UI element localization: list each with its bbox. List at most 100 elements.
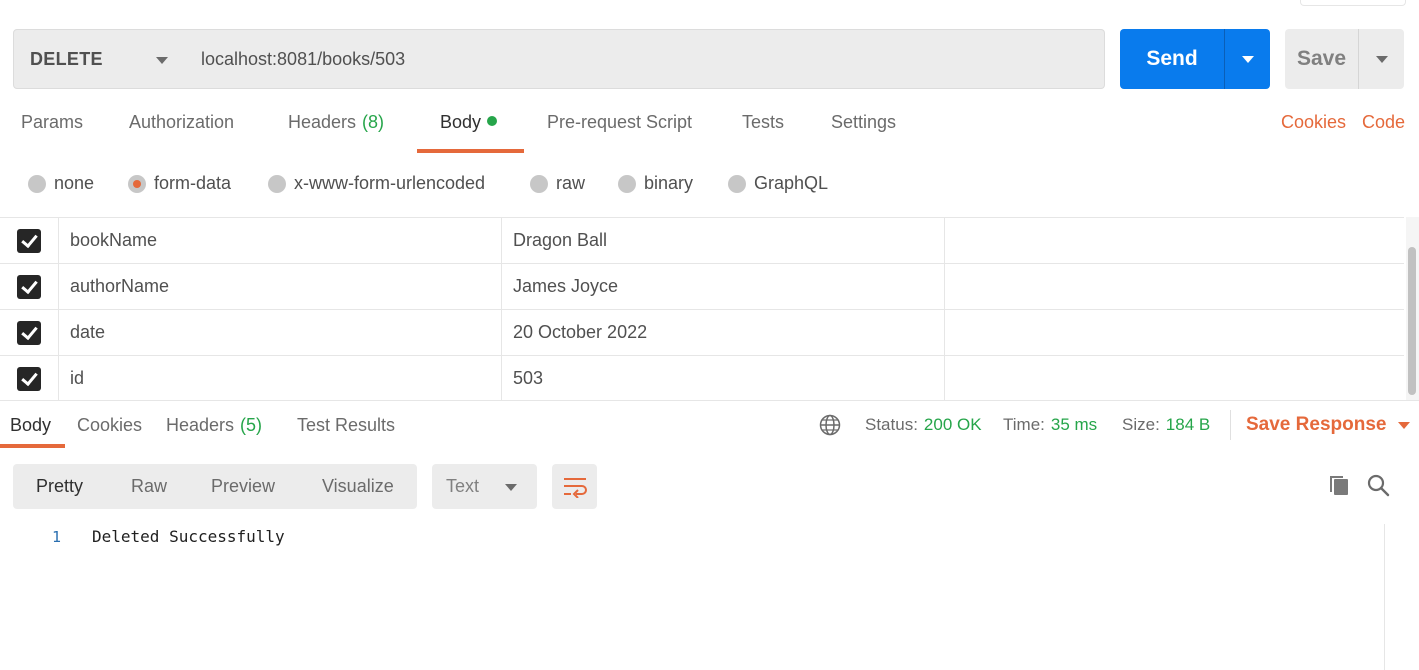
key-cell[interactable]: id bbox=[59, 356, 502, 401]
tab-label: Cookies bbox=[77, 415, 143, 435]
radio-label: x-www-form-urlencoded bbox=[294, 173, 486, 193]
response-body-text[interactable]: Deleted Successfully bbox=[92, 527, 285, 546]
save-response-button[interactable]: Save Response bbox=[1246, 414, 1411, 436]
request-tabs: Params Authorization Headers (8) Body Pre… bbox=[0, 112, 1419, 154]
row-check-cell bbox=[0, 356, 59, 401]
description-cell[interactable] bbox=[945, 264, 1404, 309]
status-value: 200 OK bbox=[923, 415, 982, 434]
table-row: bookName Dragon Ball bbox=[0, 218, 1404, 264]
code-link[interactable]: Code bbox=[1362, 112, 1405, 133]
tab-settings[interactable]: Settings bbox=[831, 112, 896, 154]
time-readout[interactable]: Time: 35 ms bbox=[1003, 415, 1097, 435]
method-select[interactable]: DELETE bbox=[13, 29, 187, 89]
save-options-button[interactable] bbox=[1358, 29, 1404, 89]
tab-headers[interactable]: Headers (8) bbox=[288, 112, 384, 154]
tab-label: Headers bbox=[166, 415, 235, 435]
active-response-tab-indicator bbox=[0, 444, 65, 448]
radio-label: GraphQL bbox=[754, 173, 829, 193]
tab-tests[interactable]: Tests bbox=[742, 112, 784, 154]
table-scrollbar-thumb[interactable] bbox=[1408, 247, 1416, 395]
body-type-radios: none form-data x-www-form-urlencoded raw… bbox=[0, 173, 1000, 197]
view-pretty-button[interactable]: Pretty bbox=[36, 464, 83, 509]
view-mode-group: Pretty Raw Preview Visualize bbox=[13, 464, 417, 509]
wrap-lines-button[interactable] bbox=[552, 464, 597, 509]
value-cell[interactable]: Dragon Ball bbox=[502, 218, 945, 263]
tab-label: Authorization bbox=[129, 112, 235, 132]
chevron-down-icon bbox=[1241, 55, 1254, 63]
value-cell[interactable]: 20 October 2022 bbox=[502, 310, 945, 355]
description-cell[interactable] bbox=[945, 310, 1404, 355]
modified-dot-icon bbox=[487, 116, 498, 126]
time-value: 35 ms bbox=[1050, 415, 1098, 434]
radio-circle bbox=[618, 174, 636, 193]
description-cell[interactable] bbox=[945, 356, 1404, 401]
status-readout[interactable]: Status: 200 OK bbox=[865, 415, 982, 435]
key-cell[interactable]: bookName bbox=[59, 218, 502, 263]
tab-authorization[interactable]: Authorization bbox=[129, 112, 234, 154]
radio-none[interactable]: none bbox=[28, 173, 94, 194]
send-button[interactable]: Send bbox=[1120, 29, 1224, 89]
tab-count: (5) bbox=[240, 415, 263, 435]
radio-binary[interactable]: binary bbox=[618, 173, 693, 194]
status-label: Status: bbox=[865, 415, 918, 434]
chevron-down-icon bbox=[156, 57, 168, 64]
active-tab-indicator bbox=[417, 149, 524, 153]
view-preview-button[interactable]: Preview bbox=[211, 464, 275, 509]
radio-form-data[interactable]: form-data bbox=[128, 173, 231, 194]
radio-circle bbox=[728, 174, 746, 193]
radio-graphql[interactable]: GraphQL bbox=[728, 173, 828, 194]
radio-x-www-form-urlencoded[interactable]: x-www-form-urlencoded bbox=[268, 173, 485, 194]
size-readout[interactable]: Size: 184 B bbox=[1122, 415, 1210, 435]
row-check-cell bbox=[0, 310, 59, 355]
copy-icon[interactable] bbox=[1327, 473, 1351, 497]
radio-circle-selected bbox=[128, 174, 146, 193]
checkbox-checked-icon[interactable] bbox=[17, 228, 41, 253]
response-scroll-edge bbox=[1384, 524, 1385, 670]
globe-icon[interactable] bbox=[819, 414, 841, 436]
radio-raw[interactable]: raw bbox=[530, 173, 585, 194]
view-visualize-button[interactable]: Visualize bbox=[322, 464, 394, 509]
cookies-link[interactable]: Cookies bbox=[1281, 112, 1346, 133]
format-select[interactable]: Text bbox=[432, 464, 537, 509]
tab-label: Params bbox=[21, 112, 84, 132]
format-label: Text bbox=[446, 476, 480, 496]
value-cell[interactable]: 503 bbox=[502, 356, 945, 401]
radio-label: binary bbox=[644, 173, 694, 193]
tab-label: Body bbox=[10, 415, 52, 435]
tab-params[interactable]: Params bbox=[21, 112, 83, 154]
divider bbox=[1230, 410, 1231, 440]
row-check-cell bbox=[0, 218, 59, 263]
response-tab-body[interactable]: Body bbox=[10, 415, 51, 436]
key-cell[interactable]: authorName bbox=[59, 264, 502, 309]
checkbox-checked-icon[interactable] bbox=[17, 320, 41, 345]
search-icon[interactable] bbox=[1366, 473, 1390, 497]
key-cell[interactable]: date bbox=[59, 310, 502, 355]
save-button[interactable]: Save bbox=[1285, 29, 1358, 89]
form-data-table: bookName Dragon Ball authorName James Jo… bbox=[0, 217, 1404, 401]
table-row: date 20 October 2022 bbox=[0, 310, 1404, 356]
checkbox-checked-icon[interactable] bbox=[17, 274, 41, 299]
radio-label: none bbox=[54, 173, 95, 193]
response-tab-test-results[interactable]: Test Results bbox=[297, 415, 395, 436]
time-label: Time: bbox=[1003, 415, 1045, 434]
value-cell[interactable]: James Joyce bbox=[502, 264, 945, 309]
url-input[interactable]: localhost:8081/books/503 bbox=[186, 29, 1105, 89]
radio-label: form-data bbox=[154, 173, 232, 193]
checkbox-checked-icon[interactable] bbox=[17, 366, 41, 391]
tab-body[interactable]: Body bbox=[440, 112, 498, 154]
response-tab-headers[interactable]: Headers (5) bbox=[166, 415, 262, 436]
view-raw-button[interactable]: Raw bbox=[131, 464, 167, 509]
tab-label: Tests bbox=[742, 112, 785, 132]
radio-circle bbox=[28, 174, 46, 193]
size-value: 184 B bbox=[1165, 415, 1211, 434]
radio-circle bbox=[530, 174, 548, 193]
tab-pre-request-script[interactable]: Pre-request Script bbox=[547, 112, 692, 154]
chevron-down-icon bbox=[1398, 421, 1411, 429]
table-row: id 503 bbox=[0, 356, 1404, 401]
tab-count: (8) bbox=[362, 112, 385, 132]
send-options-button[interactable] bbox=[1224, 29, 1270, 89]
description-cell[interactable] bbox=[945, 218, 1404, 263]
response-tab-cookies[interactable]: Cookies bbox=[77, 415, 142, 436]
response-divider[interactable] bbox=[0, 400, 1419, 401]
size-label: Size: bbox=[1122, 415, 1160, 434]
